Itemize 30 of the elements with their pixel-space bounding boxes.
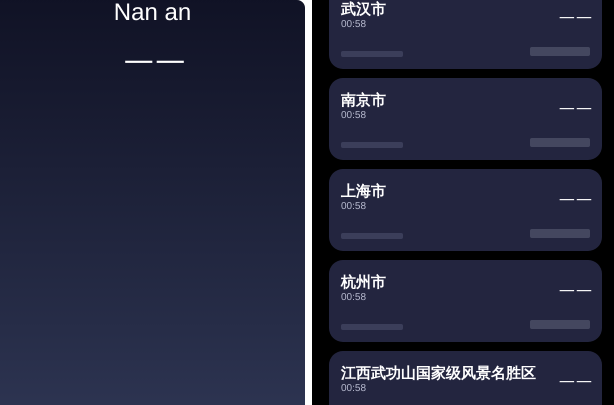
city-card[interactable]: 南京市 00:58 — — [329,78,602,160]
skeleton-bar [341,142,403,148]
local-time: 00:58 [341,292,368,304]
skeleton-bar [530,229,590,238]
skeleton-bar [341,51,403,57]
city-name: 上海市 [341,183,386,201]
city-card[interactable]: 杭州市 00:58 — — [329,260,602,342]
city-card[interactable]: 江西武功山国家级风景名胜区 00:58 — — [329,351,602,405]
temperature: — — [558,282,590,298]
skeleton-bar [341,324,403,330]
local-time: 00:58 [341,383,368,395]
temperature: — — [124,46,182,76]
temperature: — — [558,191,590,207]
temperature: — — [558,100,590,116]
skeleton-bar [530,47,590,56]
city-name: Nan an [114,1,192,25]
local-time: 00:58 [341,19,368,31]
temperature: — — [558,9,590,25]
temperature: — — [558,373,590,389]
city-name: 杭州市 [341,274,386,292]
city-name: 江西武功山国家级风景名胜区 [341,365,536,383]
city-card[interactable]: 武汉市 00:58 — — [329,0,602,69]
local-time: 00:58 [341,110,368,122]
skeleton-bar [530,138,590,147]
city-name: 武汉市 [341,1,386,19]
local-time: 00:58 [341,201,368,213]
city-name: 南京市 [341,92,386,110]
city-card[interactable]: 上海市 00:58 — — [329,169,602,251]
skeleton-bar [530,320,590,329]
skeleton-bar [341,233,403,239]
